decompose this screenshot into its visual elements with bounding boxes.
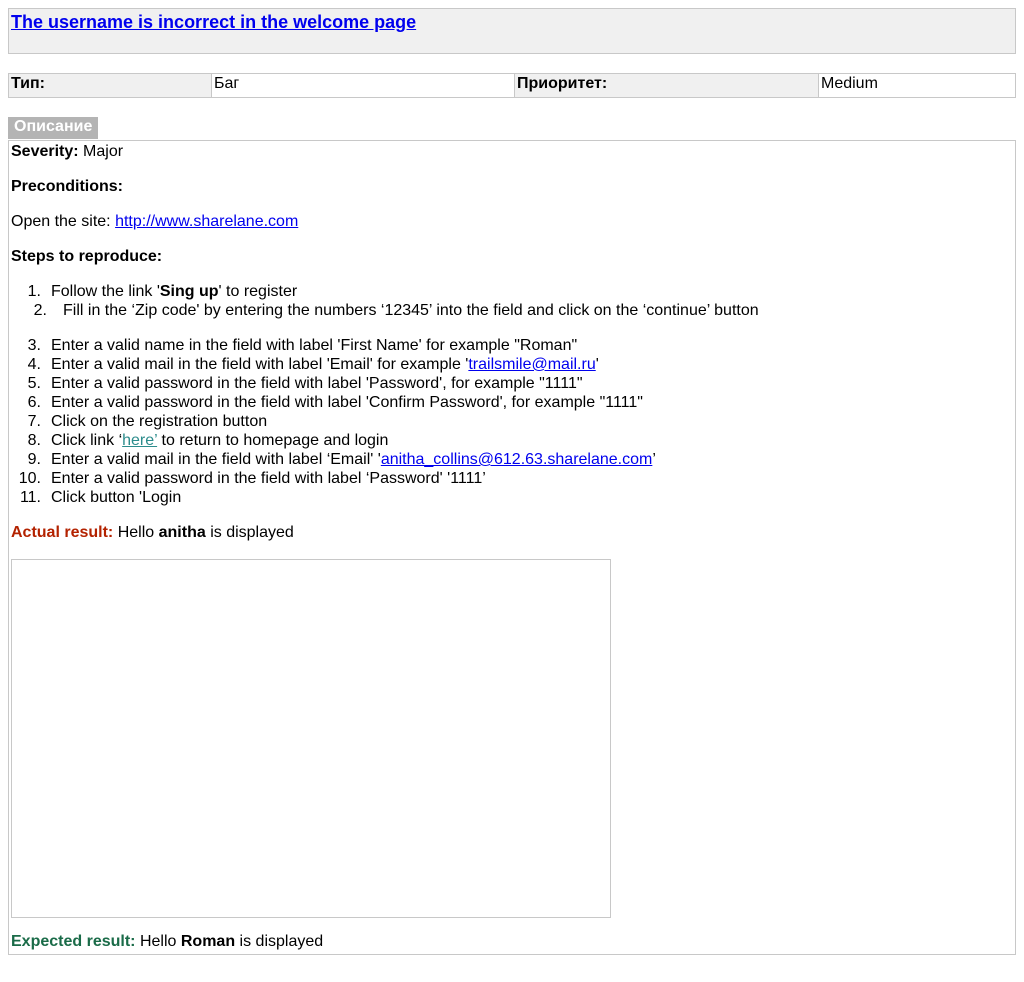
actual-result-line: Actual result: Hello anitha is displayed	[11, 524, 294, 542]
severity-value: Major	[83, 143, 124, 160]
actual-result-pre: Hello	[117, 524, 155, 541]
step-number: 5.	[27, 375, 41, 392]
step-text: Click link ‘here’ to return to homepage …	[51, 432, 388, 450]
expected-result-pre: Hello	[139, 933, 177, 950]
type-value: Баг	[211, 73, 515, 98]
step-number: 10.	[18, 470, 41, 487]
step-number: 7.	[27, 413, 41, 430]
login-email-link[interactable]: anitha_collins@612.63.sharelane.com	[381, 451, 653, 468]
step-text: Enter a valid mail in the field with lab…	[51, 356, 599, 374]
actual-result-name: anitha	[158, 524, 206, 541]
steps-heading: Steps to reproduce:	[11, 248, 162, 266]
step-text: Enter a valid password in the field with…	[51, 375, 583, 392]
issue-meta-table: Тип: Баг Приоритет: Medium	[8, 73, 1016, 98]
site-link[interactable]: http://www.sharelane.com	[115, 213, 298, 230]
step-text-part: to return to homepage and login	[157, 432, 389, 449]
type-label: Тип:	[8, 73, 212, 98]
step-number: 11.	[19, 489, 41, 506]
expected-result-label: Expected result:	[11, 933, 136, 950]
priority-label: Приоритет:	[514, 73, 819, 98]
description-panel: Severity: Major Preconditions: Open the …	[8, 140, 1016, 955]
attachment-image[interactable]	[11, 559, 611, 918]
step-text-part: ’	[652, 451, 656, 468]
step-text: Click button 'Login	[51, 489, 182, 506]
step-text-part: '	[595, 356, 599, 373]
actual-result-label: Actual result:	[11, 524, 114, 541]
preconditions-heading: Preconditions:	[11, 178, 123, 196]
description-tab[interactable]: Описание	[8, 117, 98, 139]
step-text: Click on the registration button	[51, 413, 268, 430]
open-site-line: Open the site: http://www.sharelane.com	[11, 213, 298, 231]
expected-result-line: Expected result: Hello Roman is displaye…	[11, 933, 323, 951]
issue-title-link[interactable]: The username is incorrect in the welcome…	[11, 12, 416, 33]
email-link[interactable]: trailsmile@mail.ru	[468, 356, 595, 373]
step-text: Enter a valid mail in the field with lab…	[51, 451, 656, 469]
signup-link-name: Sing up	[159, 283, 219, 300]
severity-label: Severity:	[11, 143, 79, 160]
step-number: 2.	[33, 302, 47, 319]
actual-result-post: is displayed	[210, 524, 294, 541]
expected-result-post: is displayed	[239, 933, 324, 950]
step-number: 6.	[27, 394, 41, 411]
step-text-part: Follow the link '	[51, 283, 160, 300]
step-text-part: ' to register	[218, 283, 298, 300]
step-text: Enter a valid password in the field with…	[51, 470, 486, 487]
here-link[interactable]: here’	[122, 432, 157, 449]
step-number: 3.	[27, 337, 41, 354]
step-text: Enter a valid name in the field with lab…	[51, 337, 578, 354]
step-text-part: Enter a valid mail in the field with lab…	[51, 451, 381, 468]
step-number: 8.	[27, 432, 41, 449]
severity-line: Severity: Major	[11, 143, 123, 161]
issue-title-bar: The username is incorrect in the welcome…	[8, 8, 1016, 54]
step-number: 1.	[27, 283, 41, 300]
step-number: 4.	[27, 356, 41, 373]
steps-label: Steps to reproduce:	[11, 248, 163, 265]
open-site-text: Open the site:	[11, 213, 111, 230]
step-text-part: Click link ‘	[51, 432, 123, 449]
priority-value: Medium	[818, 73, 1016, 98]
preconditions-label: Preconditions:	[11, 178, 124, 195]
step-text-part: Enter a valid mail in the field with lab…	[51, 356, 469, 373]
step-text: Follow the link 'Sing up' to register	[51, 283, 297, 301]
step-number: 9.	[27, 451, 41, 468]
step-text: Fill in the ‘Zip code' by entering the n…	[63, 302, 759, 319]
expected-result-name: Roman	[180, 933, 236, 950]
step-text: Enter a valid password in the field with…	[51, 394, 643, 411]
meta-row: Тип: Баг Приоритет: Medium	[8, 73, 1016, 98]
